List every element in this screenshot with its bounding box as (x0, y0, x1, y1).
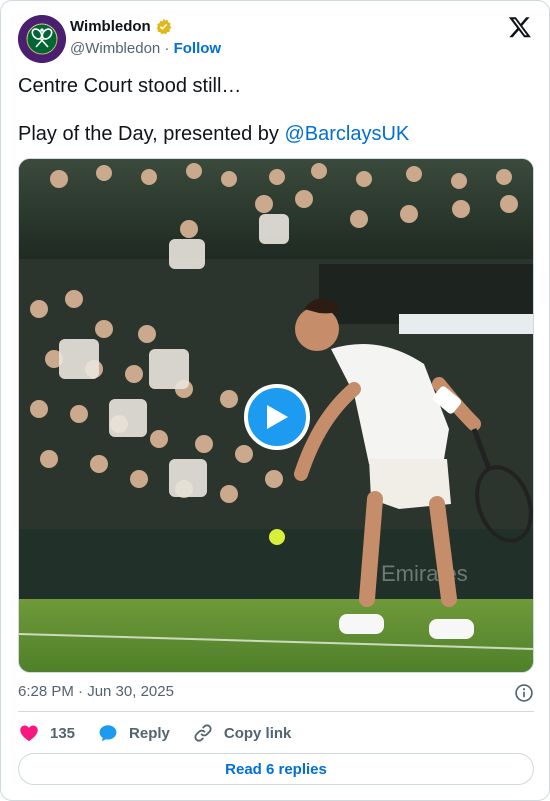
verified-badge-icon (155, 18, 172, 35)
read-replies-button[interactable]: Read 6 replies (18, 753, 534, 785)
tweet-card: Wimbledon @Wimbledon · Follow Centre Cou… (0, 0, 550, 801)
handle-row: @Wimbledon · Follow (70, 40, 221, 57)
action-bar: 135 Reply Copy link (18, 721, 291, 745)
reply-label: Reply (129, 724, 170, 742)
info-icon[interactable] (514, 683, 534, 703)
play-button[interactable] (244, 384, 310, 450)
heart-icon (20, 725, 38, 742)
play-icon (267, 405, 288, 429)
copy-link-label: Copy link (223, 724, 292, 742)
wimbledon-logo-icon (18, 15, 66, 63)
link-icon (194, 724, 212, 742)
divider (18, 711, 534, 712)
copy-link-button[interactable]: Copy link (192, 722, 292, 744)
name-row: Wimbledon (70, 18, 172, 35)
tweet-line-2-prefix: Play of the Day, presented by (18, 123, 285, 145)
reply-bubble-icon (99, 725, 117, 742)
display-name[interactable]: Wimbledon (70, 18, 151, 35)
tweet-line-1: Centre Court stood still… (18, 75, 242, 97)
tweet-text: Centre Court stood still… Play of the Da… (18, 74, 534, 146)
tweet-line-2: Play of the Day, presented by @BarclaysU… (18, 122, 534, 146)
x-logo-icon[interactable] (508, 15, 532, 39)
video-player[interactable]: Emirates (18, 158, 534, 673)
like-count: 135 (50, 724, 76, 742)
timestamp-row: 6:28 PM · Jun 30, 2025 (18, 683, 534, 703)
mention-link[interactable]: @BarclaysUK (284, 123, 409, 145)
follow-button[interactable]: Follow (174, 40, 222, 57)
handle[interactable]: @Wimbledon (70, 40, 160, 57)
separator: · (164, 40, 170, 57)
reply-button[interactable]: Reply (97, 722, 170, 744)
like-button[interactable]: 135 (18, 722, 75, 744)
timestamp-link[interactable]: 6:28 PM · Jun 30, 2025 (18, 683, 174, 700)
avatar[interactable] (18, 15, 66, 63)
tweet-header: Wimbledon @Wimbledon · Follow (18, 15, 532, 63)
